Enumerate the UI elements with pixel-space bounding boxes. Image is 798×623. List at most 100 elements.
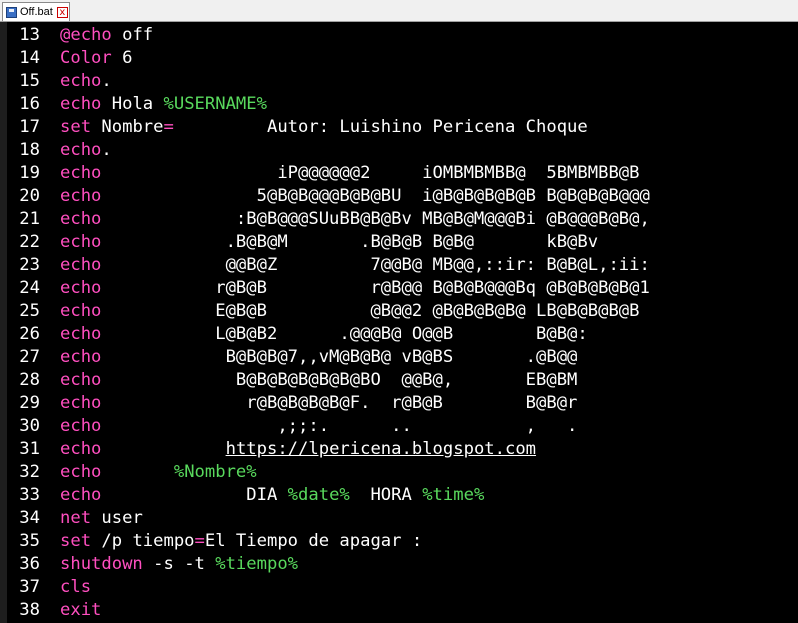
code-text: 6 [111,48,133,68]
code-line[interactable]: 30 echo ,;;:. .. , . [0,415,650,438]
line-number: 25 [19,301,40,321]
code-line[interactable]: 19 echo iP@@@@@@2 iOMBMBMBB@ 5BMBMBB@B [0,162,650,185]
code-line[interactable]: 21 echo :B@B@@@SUuBB@B@Bv MB@B@M@@@Bi @B@… [0,208,650,231]
code-text: :B@B@@@SUuBB@B@Bv MB@B@M@@@Bi @B@@@B@B@, [101,209,650,229]
line-number: 27 [19,347,40,367]
code-text: iP@@@@@@2 iOMBMBMBB@ 5BMBMBB@B [101,163,640,183]
keyword-token: echo [60,94,102,114]
line-content: @echo off [40,24,153,47]
line-number: 36 [19,554,40,574]
line-content: echo iP@@@@@@2 iOMBMBMBB@ 5BMBMBB@B [40,162,640,185]
code-line[interactable]: 32 echo %Nombre% [0,461,650,484]
close-icon[interactable]: x [56,6,68,18]
code-text: Hola [101,94,164,114]
code-line[interactable]: 23 echo @@B@Z 7@@B@ MB@@,::ir: B@B@L,:ii: [0,254,650,277]
code-line[interactable]: 27 echo B@B@B@7,,vM@B@B@ vB@BS .@B@@ [0,346,650,369]
line-number: 17 [19,117,40,137]
code-line[interactable]: 15 echo. [0,70,650,93]
line-number: 18 [19,140,40,160]
keyword-token: echo [60,485,102,505]
line-content: echo r@B@B@B@B@F. r@B@B B@B@r [40,392,577,415]
keyword-token: echo [60,416,102,436]
tab-label: Off.bat [20,6,53,18]
code-line[interactable]: 25 echo E@B@B @B@@2 @B@B@B@B@ LB@B@B@B@B [0,300,650,323]
code-line[interactable]: 35 set /p tiempo=El Tiempo de apagar : [0,530,650,553]
code-line[interactable]: 16 echo Hola %USERNAME% [0,93,650,116]
keyword-token: echo [60,301,102,321]
code-text: B@B@B@7,,vM@B@B@ vB@BS .@B@@ [101,347,578,367]
code-line[interactable]: 37 cls [0,576,650,599]
line-content: set /p tiempo=El Tiempo de apagar : [40,530,422,553]
keyword-token: echo [60,278,102,298]
line-content: echo .B@B@M .B@B@B B@B@ kB@Bv [40,231,598,254]
line-content: Color 6 [40,47,132,70]
code-text: 5@B@B@@@B@B@BU i@B@B@B@B@B B@B@B@B@@@ [101,186,650,206]
line-number: 24 [19,278,40,298]
url-link[interactable]: https://lpericena.blogspot.com [226,439,536,459]
code-line[interactable]: 26 echo L@B@B2 .@@@B@ O@@B B@B@: [0,323,650,346]
keyword-token: echo [60,370,102,390]
code-text: E@B@B @B@@2 @B@B@B@B@ LB@B@B@B@B [101,301,640,321]
keyword-token: echo [60,439,102,459]
code-line[interactable]: 28 echo B@B@B@B@B@B@BO @@B@, EB@BM [0,369,650,392]
variable-token: %time% [422,485,485,505]
line-number: 16 [19,94,40,114]
code-text: Autor: Luishino Pericena Choque [173,117,588,137]
code-line[interactable]: 20 echo 5@B@B@@@B@B@BU i@B@B@B@B@B B@B@B@… [0,185,650,208]
variable-token: %USERNAME% [163,94,267,114]
code-line[interactable]: 17 set Nombre= Autor: Luishino Pericena C… [0,116,650,139]
keyword-token: echo [60,255,102,275]
keyword-token: echo [60,324,102,344]
code-text: . [101,140,112,160]
line-content: exit [40,599,101,622]
code-line[interactable]: 22 echo .B@B@M .B@B@B B@B@ kB@Bv [0,231,650,254]
line-number: 22 [19,232,40,252]
code-text: ,;;:. .. , . [101,416,578,436]
line-number: 26 [19,324,40,344]
keyword-token: = [194,531,205,551]
line-number: 20 [19,186,40,206]
line-number: 29 [19,393,40,413]
code-editor[interactable]: 13 @echo off 14 Color 6 15 echo. 16 echo Hola %… [0,22,798,623]
code-line[interactable]: 33 echo DIA %date% HORA %time% [0,484,650,507]
keyword-token: cls [60,577,92,597]
code-text: Nombre [91,117,164,137]
keyword-token: echo [60,71,102,91]
code-line[interactable]: 38 exit [0,599,650,622]
line-number: 34 [19,508,40,528]
save-icon [6,6,17,18]
code-line[interactable]: 13 @echo off [0,24,650,47]
keyword-token: set [60,117,92,137]
code-text: r@B@B r@B@@ B@B@B@@@Bq @B@B@B@B@1 [101,278,650,298]
line-number: 15 [19,71,40,91]
code-line[interactable]: 29 echo r@B@B@B@B@F. r@B@B B@B@r [0,392,650,415]
code-line[interactable]: 31 echo https://lpericena.blogspot.com [0,438,650,461]
code-text: user [91,508,143,528]
line-content: echo E@B@B @B@@2 @B@B@B@B@ LB@B@B@B@B [40,300,640,323]
line-number: 19 [19,163,40,183]
code-text: .B@B@M .B@B@B B@B@ kB@Bv [101,232,599,252]
line-number: 37 [19,577,40,597]
line-content: echo. [40,70,112,93]
line-content: echo L@B@B2 .@@@B@ O@@B B@B@: [40,323,588,346]
line-content: echo. [40,139,112,162]
line-content: echo :B@B@@@SUuBB@B@Bv MB@B@M@@@Bi @B@@@… [40,208,650,231]
code-line[interactable]: 36 shutdown -s -t %tiempo% [0,553,650,576]
code-line[interactable]: 18 echo. [0,139,650,162]
keyword-token: set [60,531,92,551]
code-text: off [111,25,154,45]
code-line[interactable]: 34 net user [0,507,650,530]
code-line[interactable]: 24 echo r@B@B r@B@@ B@B@B@@@Bq @B@B@B@B@1 [0,277,650,300]
line-content: echo B@B@B@7,,vM@B@B@ vB@BS .@B@@ [40,346,577,369]
line-number: 23 [19,255,40,275]
tab-off-bat[interactable]: Off.bat x [2,2,70,21]
keyword-token: Color [60,48,112,68]
line-number: 32 [19,462,40,482]
code-text: /p tiempo [91,531,195,551]
line-number: 38 [19,600,40,620]
variable-token: %tiempo% [215,554,299,574]
line-number: 14 [19,48,40,68]
code-line[interactable]: 14 Color 6 [0,47,650,70]
keyword-token: echo [60,462,102,482]
